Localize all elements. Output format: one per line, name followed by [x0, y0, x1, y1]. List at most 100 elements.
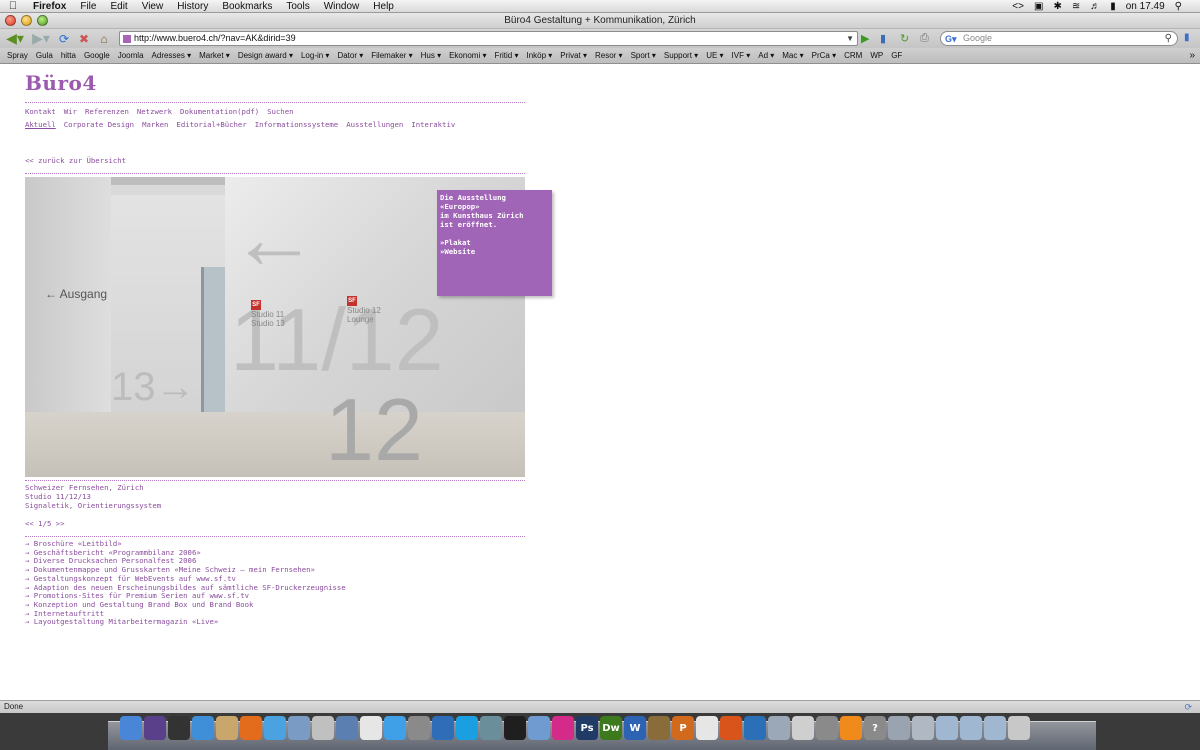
apple-icon[interactable]:  [0, 0, 26, 12]
reload-icon[interactable]: ⟳ [56, 31, 72, 47]
bookmark-item[interactable]: Adresses ▾ [148, 48, 196, 64]
project-link[interactable]: → Layoutgestaltung Mitarbeitermagazin «L… [25, 618, 346, 627]
vlc-icon[interactable] [840, 716, 862, 740]
menu-app-firefox[interactable]: Firefox [26, 0, 73, 13]
clock[interactable]: on 17.49 [1126, 0, 1165, 13]
dashboard-icon[interactable] [144, 716, 166, 740]
bookmark-item[interactable]: Joomla [114, 48, 148, 64]
photobooth-icon[interactable] [408, 716, 430, 740]
bookmark-item[interactable]: Privat ▾ [556, 48, 591, 64]
bookmark-item[interactable]: Log-in ▾ [297, 48, 333, 64]
mail-icon[interactable] [528, 716, 550, 740]
nav-item[interactable]: Referenzen [85, 107, 129, 116]
menu-bookmarks[interactable]: Bookmarks [215, 0, 279, 13]
itunes-icon[interactable] [264, 716, 286, 740]
globe-icon[interactable] [432, 716, 454, 740]
bookmark-item[interactable]: Ad ▾ [754, 48, 778, 64]
keynote-icon[interactable] [720, 716, 742, 740]
bookmark-item[interactable]: Design award ▾ [234, 48, 297, 64]
bookmark-item[interactable]: hitta [57, 48, 80, 64]
bookmark-icon[interactable]: ▮ [880, 32, 886, 45]
nav-item[interactable]: Suchen [267, 107, 293, 116]
minimize-window-button[interactable] [21, 15, 32, 26]
sync-icon[interactable]: ↻ [900, 32, 909, 45]
bookmark-item[interactable]: UE ▾ [702, 48, 727, 64]
menu-help[interactable]: Help [366, 0, 401, 13]
forward-arrow-icon[interactable]: ▶▾ [30, 30, 52, 47]
display-icon[interactable]: ▣ [1034, 0, 1043, 13]
iphoto-icon[interactable] [288, 716, 310, 740]
url-input[interactable]: http://www.buero4.ch/?nav=AK&dirid=39 ▼ [119, 31, 858, 46]
timemachine-icon[interactable] [480, 716, 502, 740]
nav-item[interactable]: Marken [142, 120, 168, 129]
clock-icon[interactable] [168, 716, 190, 740]
dreamweaver-icon[interactable]: Dw [600, 716, 622, 740]
bookmark-item[interactable]: Mac ▾ [778, 48, 807, 64]
image-pager[interactable]: << 1/5 >> [25, 519, 65, 528]
documents-icon[interactable] [984, 716, 1006, 740]
ipod-icon[interactable] [792, 716, 814, 740]
trash-icon[interactable] [1008, 716, 1030, 740]
website-link[interactable]: »Website [440, 247, 549, 256]
bookmark-item[interactable]: Support ▾ [660, 48, 702, 64]
bookmark-item[interactable]: Sport ▾ [627, 48, 660, 64]
menu-tools[interactable]: Tools [279, 0, 316, 13]
google-icon[interactable]: G▾ [945, 33, 957, 46]
sync-status-icon[interactable]: ⟳ [1184, 701, 1192, 713]
bookmark-item[interactable]: CRM [840, 48, 866, 64]
back-to-overview-link[interactable]: << zurück zur Übersicht [25, 156, 126, 165]
wifi-icon[interactable]: ≊ [1072, 0, 1080, 13]
bookmark-item[interactable]: Gula [32, 48, 57, 64]
bookmark-item[interactable]: WP [866, 48, 887, 64]
stop-icon[interactable]: ✖ [76, 31, 92, 47]
bookmark-item[interactable]: Hus ▾ [417, 48, 445, 64]
bookmark-item[interactable]: GF [887, 48, 906, 64]
spotlight-icon[interactable]: ⚲ [1175, 0, 1182, 13]
nav-item[interactable]: Kontakt [25, 107, 56, 116]
database-icon[interactable] [816, 716, 838, 740]
bookmark-item[interactable]: Spray [3, 48, 32, 64]
folder-icon[interactable] [936, 716, 958, 740]
site-logo[interactable]: Büro4 [25, 71, 97, 95]
photoshop-icon[interactable]: Ps [576, 716, 598, 740]
network-icon[interactable] [912, 716, 934, 740]
bluetooth-icon[interactable]: ✱ [1053, 0, 1061, 13]
skype-icon[interactable] [456, 716, 478, 740]
bookmark-item[interactable]: IVF ▾ [728, 48, 755, 64]
bookmark-item[interactable]: Resor ▾ [591, 48, 627, 64]
menu-window[interactable]: Window [317, 0, 367, 13]
menu-view[interactable]: View [135, 0, 171, 13]
nav-item[interactable]: Corporate Design [64, 120, 134, 129]
nav-item[interactable]: Netzwerk [137, 107, 172, 116]
battery-icon[interactable]: ▮ [1110, 0, 1116, 13]
print-icon[interactable]: ⎙ [920, 32, 929, 45]
nav-item[interactable]: Editorial+Bücher [176, 120, 246, 129]
bookmark-item[interactable]: Fritid ▾ [490, 48, 522, 64]
bookmark-item[interactable]: Inköp ▾ [522, 48, 556, 64]
search-input[interactable]: G▾ Google ⚲ [940, 31, 1178, 46]
numbers-icon[interactable] [744, 716, 766, 740]
downloads-icon[interactable] [960, 716, 982, 740]
bookmark-item[interactable]: Filemaker ▾ [367, 48, 416, 64]
volume-icon[interactable]: ♬ [1090, 0, 1100, 13]
search-icon[interactable]: ⚲ [1165, 32, 1172, 45]
calendar-icon[interactable] [696, 716, 718, 740]
flower-icon[interactable] [552, 716, 574, 740]
code-icon[interactable]: <> [1012, 0, 1024, 13]
close-window-button[interactable] [5, 15, 16, 26]
safari-icon[interactable] [192, 716, 214, 740]
help-icon[interactable]: ? [864, 716, 886, 740]
bookmark-item[interactable]: PrCa ▾ [808, 48, 840, 64]
home-icon[interactable]: ⌂ [96, 31, 112, 47]
nav-item[interactable]: Dokumentation(pdf) [180, 107, 259, 116]
finder-icon[interactable] [120, 716, 142, 740]
menu-file[interactable]: File [73, 0, 103, 13]
bookmark-item[interactable]: Market ▾ [195, 48, 234, 64]
go-icon[interactable]: ▶ [861, 32, 869, 45]
star-icon[interactable] [312, 716, 334, 740]
preview-icon[interactable] [216, 716, 238, 740]
coffee-icon[interactable] [648, 716, 670, 740]
bookmark-item[interactable]: Ekonomi ▾ [445, 48, 490, 64]
zoom-window-button[interactable] [37, 15, 48, 26]
plakat-link[interactable]: »Plakat [440, 238, 549, 247]
